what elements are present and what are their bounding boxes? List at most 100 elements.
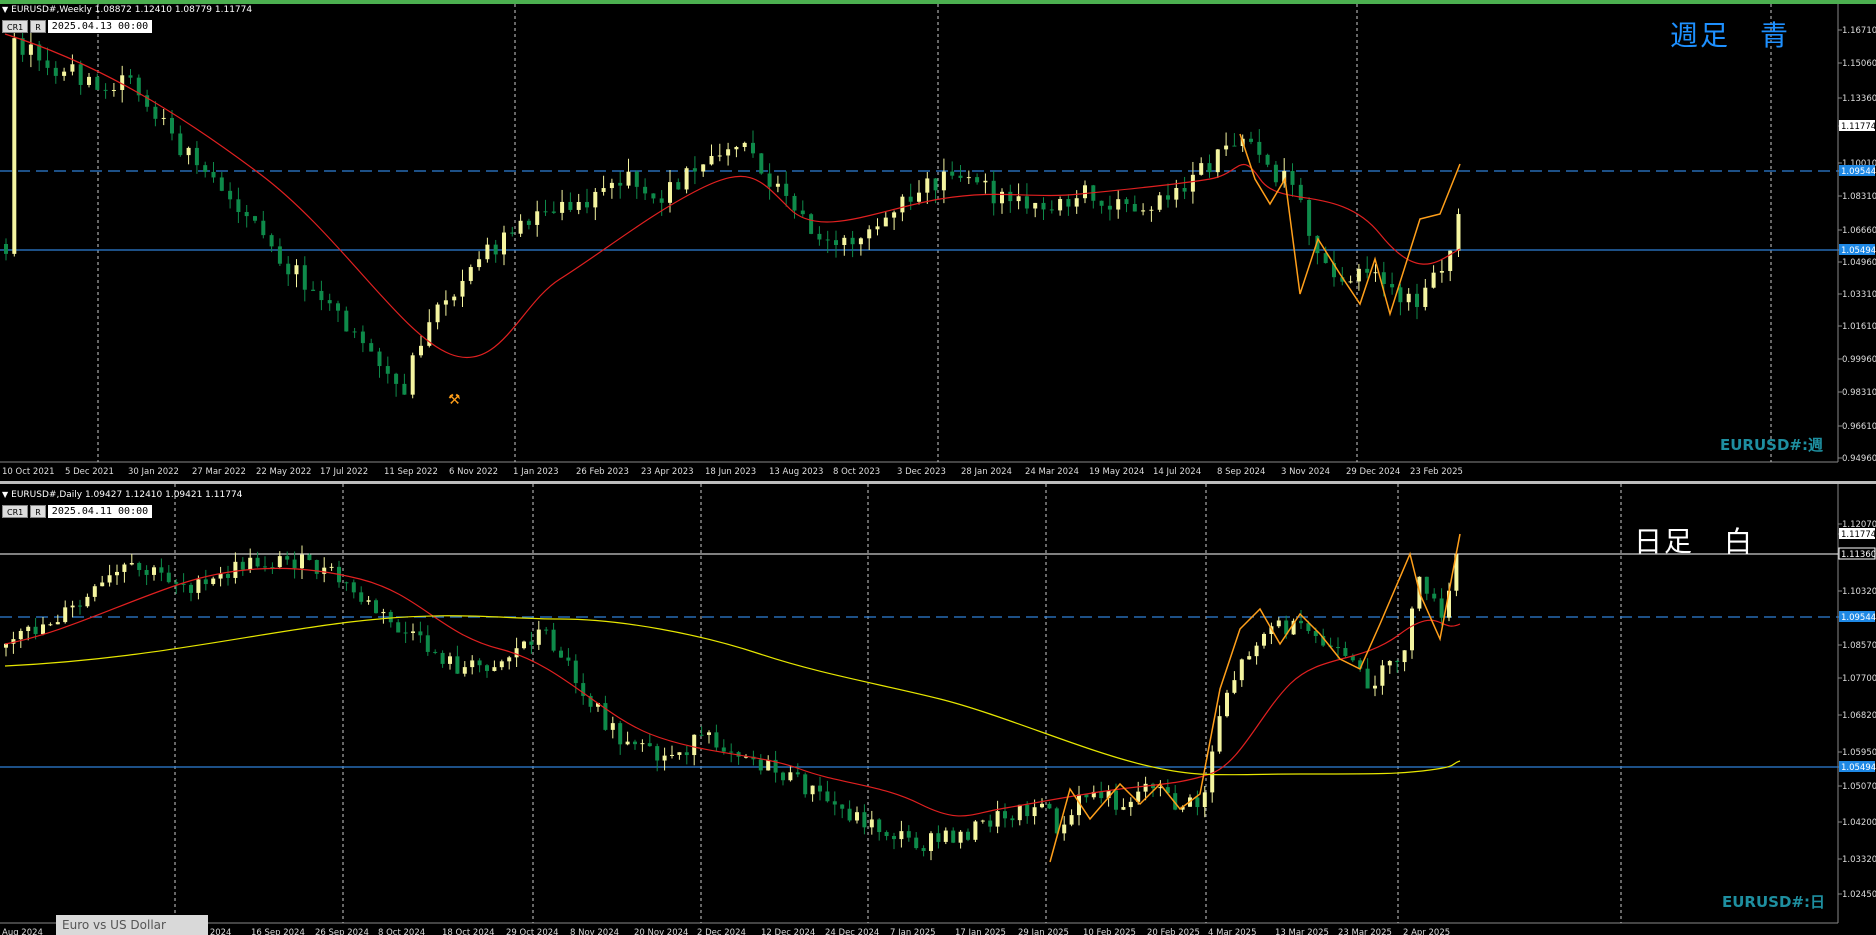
candle-body: [240, 561, 245, 570]
time-tick-label: 30 Jan 2022: [128, 467, 179, 477]
candle-body: [573, 660, 578, 684]
candle-body: [775, 183, 780, 187]
candle-body: [78, 605, 82, 607]
candle-body: [593, 191, 598, 208]
candle-body: [1390, 283, 1395, 288]
candle-body: [1402, 650, 1407, 663]
candle-body: [1415, 293, 1419, 307]
candle-body: [1099, 791, 1104, 799]
candle-body: [351, 582, 356, 593]
candle-body: [115, 571, 119, 576]
candle-body: [795, 772, 800, 775]
candle-body: [526, 220, 531, 225]
candle-body: [28, 44, 33, 55]
candle-body: [766, 759, 771, 771]
weekly-date-box[interactable]: 2025.04.13 00:00: [47, 20, 153, 33]
candle-body: [1356, 268, 1361, 282]
candle-body: [921, 848, 926, 851]
candle-body: [929, 833, 933, 851]
candle-body: [410, 355, 415, 395]
time-tick-label: 22 May 2022: [256, 467, 311, 477]
candle-body: [440, 652, 445, 664]
candle-body: [840, 804, 845, 809]
weekly-chart-panel[interactable]: 1.16710 1.15060 1.13360 1.11774 1.10010 1.095…: [0, 0, 1876, 477]
candle-body: [186, 147, 191, 156]
candle-body: [292, 559, 297, 569]
weekly-chart-canvas[interactable]: 1.167101.150601.133601.117741.100101.095…: [0, 4, 1876, 477]
candle-body: [742, 142, 747, 148]
candle-body: [626, 171, 631, 186]
collapse-triangle-icon[interactable]: ▼: [2, 5, 8, 14]
candle-body: [381, 611, 386, 614]
candle-body: [692, 168, 697, 172]
candle-body: [1047, 803, 1052, 809]
time-tick-label: 27 Mar 2022: [192, 467, 246, 477]
candle-body: [319, 290, 324, 301]
candle-body: [634, 171, 639, 187]
daily-cr-button[interactable]: CR1: [2, 505, 29, 518]
candle-body: [936, 833, 941, 842]
candle-body: [988, 820, 993, 827]
candle-body: [492, 667, 497, 671]
candle-body: [707, 732, 711, 735]
candle-body: [178, 133, 183, 156]
weekly-cr-button[interactable]: CR1: [2, 20, 29, 33]
daily-chart-canvas[interactable]: 1.120701.117741.113601.103201.095441.085…: [0, 484, 1876, 935]
daily-toolbar: CR1 R 2025.04.11 00:00: [2, 505, 153, 518]
candle-body: [366, 600, 371, 602]
price-level-text: 1.09544: [1841, 613, 1876, 623]
candle-body: [107, 575, 112, 583]
candle-body: [1423, 287, 1428, 307]
candle-body: [825, 791, 830, 802]
candle-body: [189, 584, 193, 593]
candle-body: [535, 211, 540, 225]
candle-body: [269, 235, 274, 247]
price-tick-label: 1.06660: [1842, 226, 1876, 236]
collapse-triangle-icon[interactable]: ▼: [2, 490, 8, 499]
candle-body: [958, 175, 963, 178]
symbol-description-tab[interactable]: Euro vs US Dollar: [56, 915, 208, 935]
candle-body: [403, 632, 408, 634]
candle-body: [211, 578, 216, 585]
candle-body: [499, 661, 504, 668]
candle-body: [1224, 145, 1229, 150]
time-tick-label: 14 Jul 2024: [1153, 467, 1201, 477]
price-tick-label: 0.99960: [1842, 355, 1876, 365]
time-tick-label: 26 Feb 2023: [576, 467, 629, 477]
time-tick-label: 23 Mar 2025: [1338, 928, 1392, 935]
candle-body: [792, 195, 797, 211]
daily-date-box[interactable]: 2025.04.11 00:00: [47, 505, 153, 518]
candle-body: [1456, 214, 1461, 251]
candle-body: [307, 554, 312, 561]
candle-body: [1262, 633, 1266, 646]
candle-body: [751, 142, 755, 154]
candle-body: [551, 211, 556, 213]
candle-body: [1149, 209, 1154, 211]
candle-body: [344, 310, 349, 332]
daily-r-button[interactable]: R: [30, 505, 46, 518]
weekly-r-button[interactable]: R: [30, 20, 46, 33]
candle-body: [1074, 198, 1079, 207]
candle-body: [433, 651, 438, 653]
candle-body: [1217, 716, 1222, 752]
time-tick-label: 23 Apr 2023: [641, 467, 694, 477]
candle-body: [194, 147, 199, 166]
candle-body: [966, 177, 971, 179]
candle-body: [917, 192, 921, 202]
candle-body: [1395, 660, 1400, 663]
candle-body: [510, 232, 515, 234]
candle-body: [477, 259, 482, 268]
candle-body: [784, 183, 789, 196]
candle-body: [1016, 196, 1021, 202]
candle-body: [196, 579, 201, 593]
candle-body: [975, 177, 980, 183]
price-tick-label: 1.04960: [1842, 258, 1876, 268]
candle-body: [144, 569, 149, 575]
candle-body: [1114, 790, 1118, 810]
time-tick-label: 10 Feb 2025: [1083, 928, 1136, 935]
daily-chart-panel[interactable]: 1.12070 1.11774 1.11360 1.10320 1.09544 1.085…: [0, 481, 1876, 935]
candle-body: [1017, 804, 1022, 821]
candle-body: [455, 656, 460, 674]
candle-body: [233, 561, 238, 578]
time-tick-label: 26 Sep 2024: [315, 928, 369, 935]
